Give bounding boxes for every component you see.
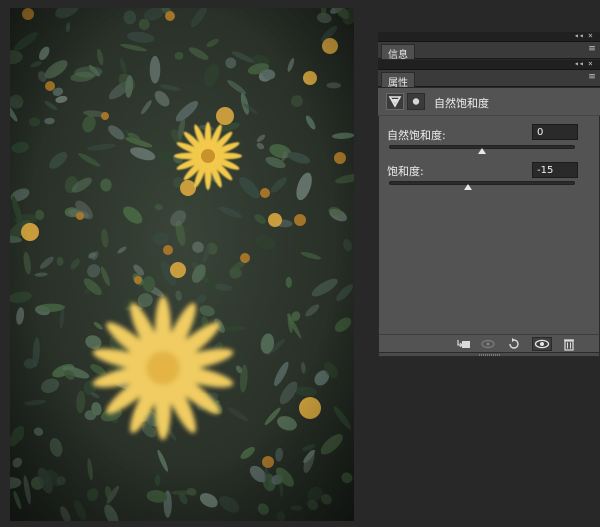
grip-dots xyxy=(479,354,501,356)
info-panel-tabbar: 信息 ≡ xyxy=(378,42,600,61)
close-icon[interactable]: × xyxy=(588,59,593,68)
layer-mask-icon[interactable] xyxy=(407,93,425,110)
panel-resize-grip[interactable] xyxy=(378,352,600,357)
panel-menu-icon[interactable]: ≡ xyxy=(587,73,597,83)
reset-icon[interactable] xyxy=(506,337,522,351)
properties-panel-body: 自然饱和度: 饱和度: xyxy=(378,88,600,334)
tab-info[interactable]: 信息 xyxy=(381,44,415,61)
saturation-slider-thumb[interactable] xyxy=(464,184,473,190)
clip-to-layer-icon[interactable] xyxy=(456,337,472,351)
eye-icon[interactable] xyxy=(532,337,552,351)
info-panel-titlebar[interactable]: ◂◂ × xyxy=(378,31,600,42)
photo-artwork xyxy=(10,8,354,521)
collapse-icon[interactable]: ◂◂ xyxy=(574,59,584,68)
adjustment-header: 自然饱和度 xyxy=(378,88,600,116)
trash-icon[interactable] xyxy=(561,337,577,351)
vibrance-slider-thumb[interactable] xyxy=(478,148,486,154)
properties-toolbar xyxy=(378,334,600,352)
tab-properties[interactable]: 属性 xyxy=(381,72,415,89)
daisy-photo-image xyxy=(10,8,354,521)
close-icon[interactable]: × xyxy=(588,31,593,40)
saturation-label: 饱和度: xyxy=(387,165,424,178)
saturation-slider-track[interactable] xyxy=(389,181,575,185)
collapse-icon[interactable]: ◂◂ xyxy=(574,31,584,40)
view-previous-state-icon[interactable] xyxy=(480,337,496,351)
vibrance-input[interactable] xyxy=(532,124,578,140)
vibrance-label: 自然饱和度: xyxy=(387,129,446,142)
properties-panel-tabbar: 属性 ≡ xyxy=(378,70,600,89)
properties-panel-titlebar[interactable]: ◂◂ × xyxy=(378,59,600,70)
panel-menu-icon[interactable]: ≡ xyxy=(587,45,597,55)
vibrance-adjustment-icon[interactable] xyxy=(386,93,404,110)
saturation-input[interactable] xyxy=(532,162,578,178)
adjustment-title: 自然饱和度 xyxy=(434,97,489,110)
document-canvas[interactable] xyxy=(0,0,378,527)
